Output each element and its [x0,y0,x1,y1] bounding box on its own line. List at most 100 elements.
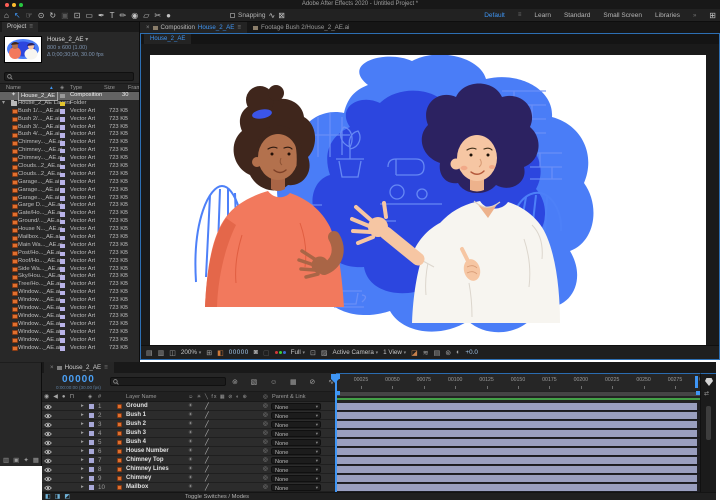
layer-color-swatch[interactable] [89,440,94,445]
label-swatch[interactable] [60,109,65,114]
mini-flowchart-icon[interactable]: ⊚ [232,378,238,386]
twirl-icon[interactable]: ▸ [81,420,84,429]
layer-duration-bar[interactable] [337,412,697,419]
quality-icon[interactable]: ╱ [205,465,209,474]
twirl-icon[interactable]: ▾ [2,100,5,108]
parent-select[interactable]: None▾ [271,439,321,446]
label-column-icon[interactable]: ◈ [60,85,64,92]
project-item-row[interactable]: Window..._AE.ai Vector Art 723 KB [0,313,139,321]
panel-menu-icon[interactable]: ≡ [237,24,241,31]
label-swatch[interactable] [60,165,65,170]
snapping-features-icon[interactable]: ⊠ [278,9,285,22]
brush-tool[interactable]: ✏ [120,9,127,22]
label-swatch[interactable] [60,157,65,162]
pickwhip-icon[interactable]: ◎ [263,429,268,438]
label-swatch[interactable] [60,275,65,280]
layer-duration-bar[interactable] [337,457,697,464]
label-swatch[interactable] [60,259,65,264]
viewer-timecode[interactable]: 00000 [229,349,249,356]
timeline-ruler[interactable]: 0002500050000750010000125001500017500200… [336,373,700,391]
exposure-value[interactable]: +0.0 [465,349,477,356]
layer-duration-bar[interactable] [337,448,697,455]
toggle-switches-modes-button[interactable]: Toggle Switches / Modes [152,493,282,500]
show-channel-icon[interactable] [275,351,286,354]
video-column-icon[interactable]: ◉ [44,394,49,401]
pickwhip-column-icon[interactable]: ◎ [263,394,268,401]
project-item-row[interactable]: Gate/Ho..._AE.ai Vector Art 723 KB [0,210,139,218]
project-item-row[interactable]: Side Wa..._AE.ai Vector Art 723 KB [0,266,139,274]
label-swatch[interactable] [60,236,65,241]
zoom-tool[interactable]: ⊙ [38,9,45,22]
layer-duration-bar[interactable] [337,430,697,437]
home-tool[interactable]: ⌂ [4,9,9,22]
label-swatch[interactable] [60,228,65,233]
timeline-layer-row[interactable]: ▸ 6 House Number ☀ ╱ ◎ None▾ [42,447,336,456]
layer-name[interactable]: Ground [126,402,148,411]
label-swatch[interactable] [60,323,65,328]
layer-name[interactable]: Chimney Lines [126,465,169,474]
switches-column-icons[interactable]: ☺ ☀ ╲ fx ▦ ⊘ ◐ ⊕ [188,394,248,401]
parent-select[interactable]: None▾ [271,466,321,473]
layer-color-swatch[interactable] [89,413,94,418]
share-view-icon[interactable]: ◫ [169,349,176,357]
label-swatch[interactable] [60,94,65,99]
region-of-interest-icon[interactable]: ⊡ [310,349,316,357]
timeline-layer-row[interactable]: ▸ 3 Bush 2 ☀ ╱ ◎ None▾ [42,420,336,429]
project-settings-icon[interactable]: ▦ [33,456,39,464]
project-item-row[interactable]: Window..._AE.ai Vector Art 723 KB [0,305,139,313]
label-swatch[interactable] [60,252,65,257]
layer-color-swatch[interactable] [89,467,94,472]
audio-column-icon[interactable]: ◀ [53,394,58,401]
timeline-button-icon[interactable]: ▤ [434,349,441,357]
layer-name[interactable]: Bush 1 [126,411,146,420]
shape-tool[interactable]: ▭ [85,9,93,22]
project-item-row[interactable]: Window..._AE.ai Vector Art 723 KB [0,345,139,353]
project-item-row[interactable]: Chimney..._AE.ai Vector Art 723 KB [0,147,139,155]
pickwhip-icon[interactable]: ◎ [263,483,268,492]
comp-name[interactable]: House_2_AE [47,36,83,43]
timeline-layer-row[interactable]: ▸ 10 Mailbox ☀ ╱ ◎ None▾ [42,483,336,492]
timeline-layer-row[interactable]: ▸ 7 Chimney Top ☀ ╱ ◎ None▾ [42,456,336,465]
grid-guides-icon[interactable]: ⊞ [206,349,212,357]
project-item-row[interactable]: Bush 3/..._AE.ai Vector Art 723 KB [0,124,139,132]
label-swatch[interactable] [60,291,65,296]
camera-select[interactable]: Active Camera ▾ [333,349,379,356]
layer-duration-bar[interactable] [337,466,697,473]
collapse-transform-icon[interactable]: ☀ [188,411,193,420]
current-time-display[interactable]: 00000 [62,374,95,385]
eraser-tool[interactable]: ▱ [143,9,149,22]
project-item-row[interactable]: House_2_AE Composition 30 [0,92,139,100]
parent-select[interactable]: None▾ [271,448,321,455]
project-item-row[interactable]: Garage..._AE.ai Vector Art 723 KB [0,195,139,203]
project-item-row[interactable]: Bush 2/..._AE.ai Vector Art 723 KB [0,116,139,124]
label-swatch[interactable] [60,220,65,225]
project-item-row[interactable]: House N..._AE.ai Vector Art 723 KB [0,226,139,234]
subtab-composition[interactable]: House_2_AE [144,34,191,44]
clone-stamp-tool[interactable]: ◉ [131,9,138,22]
label-swatch[interactable] [60,315,65,320]
timeline-layer-row[interactable]: ▸ 8 Chimney Lines ☀ ╱ ◎ None▾ [42,465,336,474]
twirl-icon[interactable]: ▸ [81,438,84,447]
project-item-row[interactable]: Window..._AE.ai Vector Art 723 KB [0,337,139,345]
puppet-pin-tool[interactable]: ● [166,9,171,22]
parent-select[interactable]: None▾ [271,475,321,482]
label-column-icon[interactable]: ◈ [88,394,92,401]
project-item-row[interactable]: Sky/Hou..._AE.ai Vector Art 723 KB [0,273,139,281]
label-swatch[interactable] [60,133,65,138]
search-workspace-icon[interactable]: ⊞ [709,9,716,22]
twirl-icon[interactable]: ▸ [81,456,84,465]
collapse-transform-icon[interactable]: ☀ [188,420,193,429]
tab-timeline[interactable]: × House_2_AE ≡ [44,362,114,373]
label-swatch[interactable] [60,283,65,288]
playhead-line[interactable] [335,375,337,492]
playhead-handle[interactable] [331,374,340,379]
collapse-transform-icon[interactable]: ☀ [188,438,193,447]
pickwhip-icon[interactable]: ◎ [263,474,268,483]
layer-color-swatch[interactable] [89,458,94,463]
column-name[interactable]: Name [6,85,21,92]
tab-composition[interactable]: × Composition House_2_AE ≡ [140,22,247,33]
label-swatch[interactable] [60,307,65,312]
pickwhip-icon[interactable]: ◎ [263,465,268,474]
quality-icon[interactable]: ╱ [205,411,209,420]
layer-color-swatch[interactable] [89,404,94,409]
